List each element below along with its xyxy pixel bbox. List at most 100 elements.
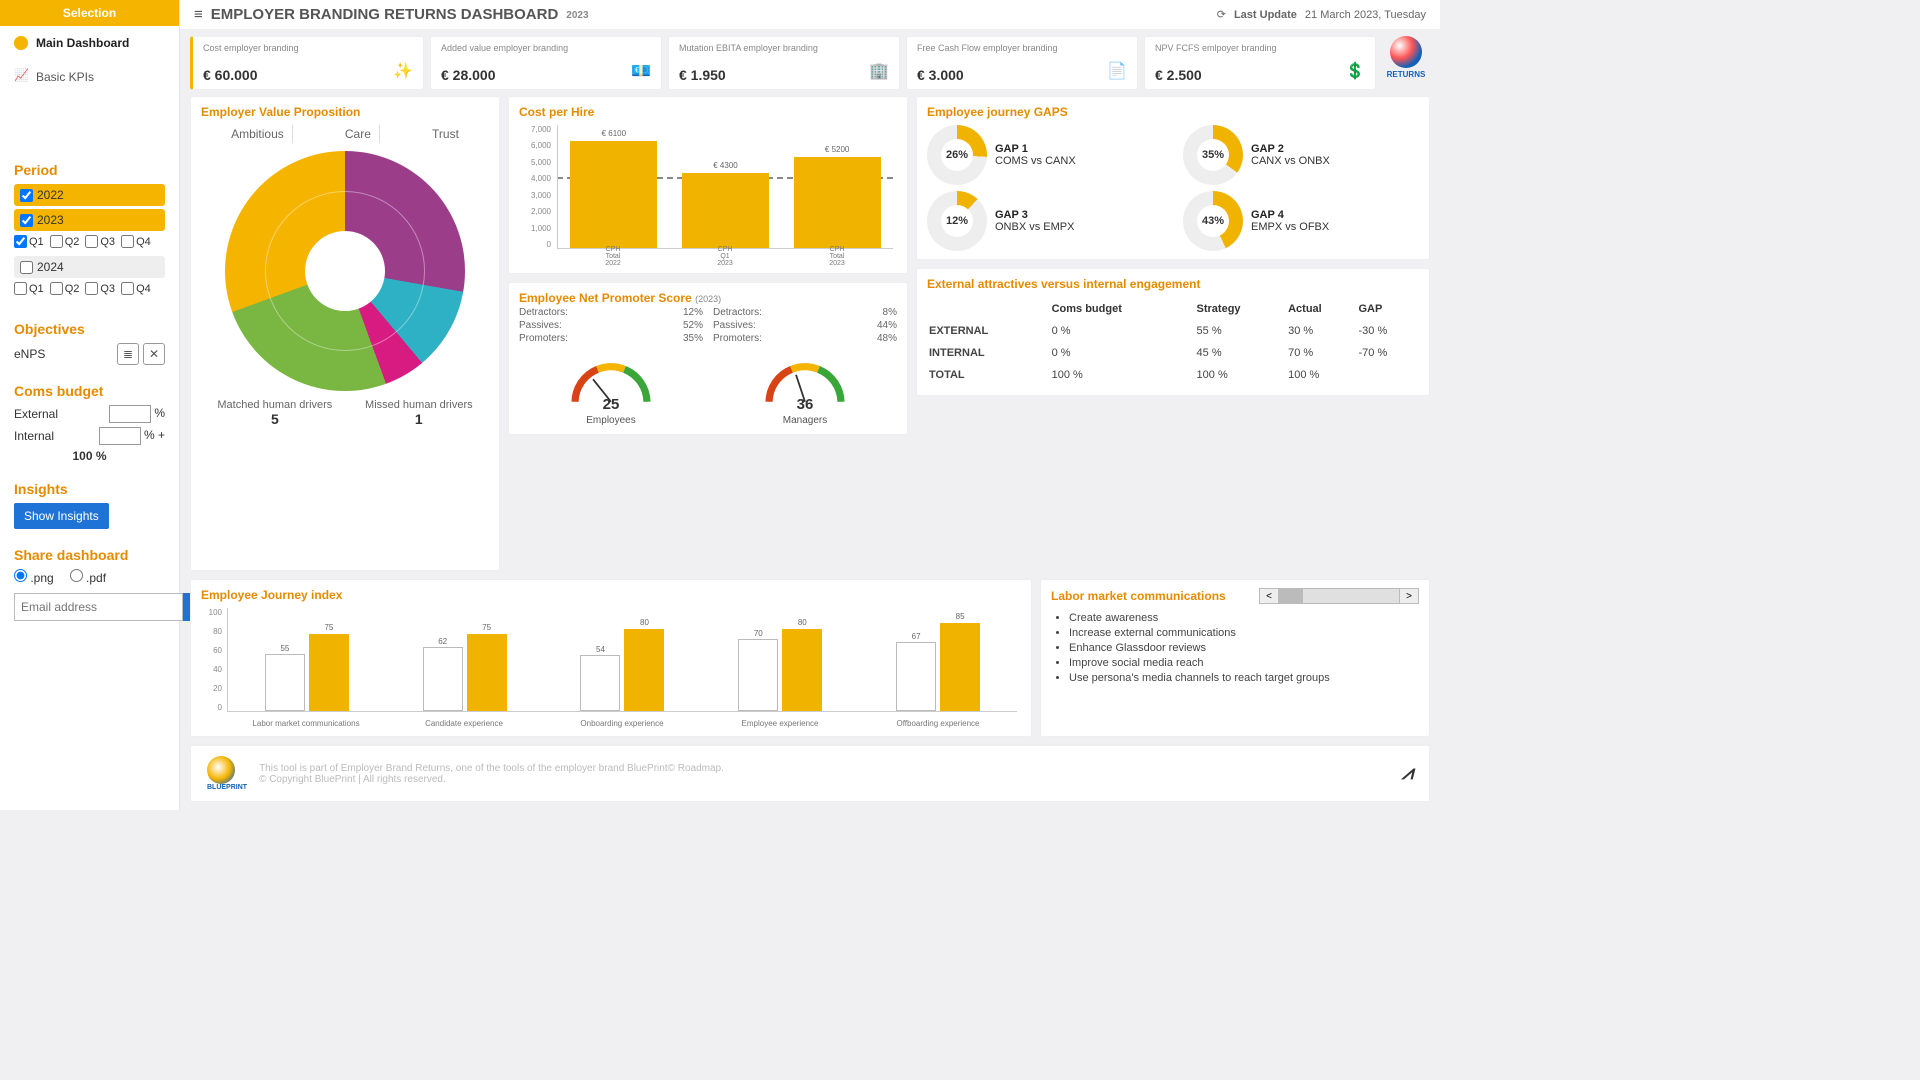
matched-label: Matched human drivers bbox=[217, 399, 332, 411]
objective-clear-icon[interactable]: ✕ bbox=[143, 343, 165, 365]
page-year: 2023 bbox=[566, 10, 588, 21]
main: ≡ EMPLOYER BRANDING RETURNS DASHBOARD 20… bbox=[180, 0, 1440, 810]
lmc-item: Use persona's media channels to reach ta… bbox=[1069, 672, 1419, 684]
year-2022[interactable]: 2022 bbox=[14, 184, 165, 206]
refresh-icon[interactable]: ⟳ bbox=[1217, 8, 1226, 21]
evp-tab-care[interactable]: Care bbox=[337, 125, 380, 143]
document-icon: 📄 bbox=[1107, 61, 1127, 81]
chart-icon bbox=[14, 70, 28, 84]
share-heading: Share dashboard bbox=[14, 547, 165, 563]
cph-card: Cost per Hire 7,0006,0005,0004,0003,0002… bbox=[508, 96, 908, 274]
gaps-card: Employee journey GAPS 26% GAP 1COMS vs C… bbox=[916, 96, 1430, 260]
lmc-scrollbar[interactable] bbox=[1279, 588, 1399, 604]
lmc-prev-button[interactable]: < bbox=[1259, 588, 1279, 604]
evp-tab-trust[interactable]: Trust bbox=[424, 125, 467, 143]
kpi-ebita: Mutation EBITA employer branding € 1.950… bbox=[668, 36, 900, 90]
kpi-row: Cost employer branding € 60.000 ✨ Added … bbox=[180, 30, 1440, 96]
sparkle-icon: ✨ bbox=[393, 61, 413, 81]
kpi-added-value: Added value employer branding € 28.000 💶 bbox=[430, 36, 662, 90]
q4-2024[interactable]: Q4 bbox=[121, 282, 151, 295]
year-2024[interactable]: 2024 bbox=[14, 256, 165, 278]
objective-value: eNPS bbox=[14, 347, 45, 361]
coms-total: 100 % bbox=[14, 449, 165, 463]
share-pdf[interactable]: .pdf bbox=[70, 569, 106, 585]
lmc-card: Labor market communications < > Create a… bbox=[1040, 579, 1430, 737]
coms-external-input[interactable] bbox=[109, 405, 151, 423]
q3-2024[interactable]: Q3 bbox=[85, 282, 115, 295]
q4-2023[interactable]: Q4 bbox=[121, 235, 151, 248]
gaps-heading: Employee journey GAPS bbox=[927, 105, 1419, 119]
missed-label: Missed human drivers bbox=[365, 399, 473, 411]
nav-label: Basic KPIs bbox=[36, 70, 94, 84]
share-png[interactable]: .png bbox=[14, 569, 54, 585]
insights-heading: Insights bbox=[14, 481, 165, 497]
year-2023[interactable]: 2023 bbox=[14, 209, 165, 231]
coms-heading: Coms budget bbox=[14, 383, 165, 399]
missed-value: 1 bbox=[365, 411, 473, 427]
ej-card: Employee Journey index 100806040200 5575… bbox=[190, 579, 1032, 737]
lmc-item: Enhance Glassdoor reviews bbox=[1069, 642, 1419, 654]
lmc-heading: Labor market communications bbox=[1051, 589, 1226, 603]
blueprint-logo-icon bbox=[207, 756, 235, 784]
ej-heading: Employee Journey index bbox=[201, 588, 1021, 602]
lmc-list: Create awareness Increase external commu… bbox=[1069, 612, 1419, 684]
lmc-item: Create awareness bbox=[1069, 612, 1419, 624]
selection-tab[interactable]: Selection bbox=[0, 0, 179, 26]
show-insights-button[interactable]: Show Insights bbox=[14, 503, 109, 529]
menu-icon[interactable]: ≡ bbox=[194, 6, 203, 23]
ej-chart[interactable]: 100806040200 5575 6275 5480 7080 6785 La… bbox=[201, 608, 1021, 728]
q2-2024[interactable]: Q2 bbox=[50, 282, 80, 295]
footer-line1: This tool is part of Employer Brand Retu… bbox=[259, 763, 724, 774]
enps-card: Employee Net Promoter Score (2023) Detra… bbox=[508, 282, 908, 435]
kpi-npv: NPV FCFS emlpoyer branding € 2.500 💲 bbox=[1144, 36, 1376, 90]
money-icon: 💶 bbox=[631, 61, 651, 81]
lmc-item: Increase external communications bbox=[1069, 627, 1419, 639]
gap-4: 43% GAP 4EMPX vs OFBX bbox=[1183, 191, 1419, 251]
lmc-next-button[interactable]: > bbox=[1399, 588, 1419, 604]
globe-icon bbox=[1390, 36, 1422, 68]
gap-1: 26% GAP 1COMS vs CANX bbox=[927, 125, 1163, 185]
dollar-icon: 💲 bbox=[1345, 61, 1365, 81]
period-heading: Period bbox=[14, 162, 165, 178]
objective-edit-icon[interactable]: ≣ bbox=[117, 343, 139, 365]
last-update-label: Last Update bbox=[1234, 9, 1297, 21]
quarters-2024: Q1 Q2 Q3 Q4 bbox=[14, 282, 165, 295]
evp-tab-ambitious[interactable]: Ambitious bbox=[223, 125, 293, 143]
kpi-cost: Cost employer branding € 60.000 ✨ bbox=[190, 36, 424, 90]
year-2022-checkbox[interactable] bbox=[20, 189, 33, 202]
ext-table: Coms budgetStrategyActualGAP EXTERNAL0 %… bbox=[927, 297, 1419, 387]
q2-2023[interactable]: Q2 bbox=[50, 235, 80, 248]
sidebar: Selection Main Dashboard Basic KPIs Peri… bbox=[0, 0, 180, 810]
enps-gauge-employees: 25 bbox=[566, 354, 656, 409]
evp-heading: Employer Value Proposition bbox=[201, 105, 489, 119]
email-input[interactable] bbox=[14, 593, 183, 621]
footer-mark-icon: ⩘ bbox=[1402, 762, 1413, 785]
year-2024-checkbox[interactable] bbox=[20, 261, 33, 274]
footer-line2: © Copyright BluePrint | All rights reser… bbox=[259, 774, 724, 785]
nav-basic-kpis[interactable]: Basic KPIs bbox=[0, 60, 179, 94]
coms-internal-label: Internal bbox=[14, 429, 54, 443]
nav-label: Main Dashboard bbox=[36, 36, 129, 50]
enps-heading: Employee Net Promoter Score bbox=[519, 291, 692, 305]
q1-2024[interactable]: Q1 bbox=[14, 282, 44, 295]
gap-3: 12% GAP 3ONBX vs EMPX bbox=[927, 191, 1163, 251]
footer: BLUEPRINT This tool is part of Employer … bbox=[190, 745, 1430, 802]
page-title: EMPLOYER BRANDING RETURNS DASHBOARD bbox=[211, 6, 559, 23]
kpi-fcf: Free Cash Flow employer branding € 3.000… bbox=[906, 36, 1138, 90]
q3-2023[interactable]: Q3 bbox=[85, 235, 115, 248]
topbar: ≡ EMPLOYER BRANDING RETURNS DASHBOARD 20… bbox=[180, 0, 1440, 30]
coms-internal-input[interactable] bbox=[99, 427, 141, 445]
cph-chart[interactable]: 7,0006,0005,0004,0003,0002,0001,0000 € 6… bbox=[519, 125, 897, 265]
dot-icon bbox=[14, 36, 28, 50]
year-2023-checkbox[interactable] bbox=[20, 214, 33, 227]
brand-logo: RETURNS bbox=[1382, 36, 1430, 90]
nav-main-dashboard[interactable]: Main Dashboard bbox=[0, 26, 179, 60]
gap-2: 35% GAP 2CANX vs ONBX bbox=[1183, 125, 1419, 185]
ext-heading: External attractives versus internal eng… bbox=[927, 277, 1419, 291]
q1-2023[interactable]: Q1 bbox=[14, 235, 44, 248]
evp-card: Employer Value Proposition Ambitious Car… bbox=[190, 96, 500, 571]
evp-sunburst-chart[interactable] bbox=[225, 151, 465, 391]
objectives-heading: Objectives bbox=[14, 321, 165, 337]
building-icon: 🏢 bbox=[869, 61, 889, 81]
matched-value: 5 bbox=[217, 411, 332, 427]
